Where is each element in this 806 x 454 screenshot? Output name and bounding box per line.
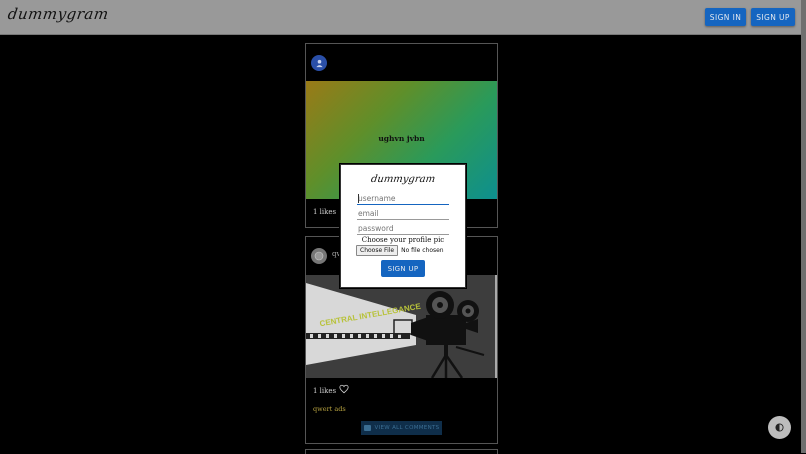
modal-logo: dummygram <box>370 174 436 185</box>
profile-pic-label: Choose your profile pic <box>361 236 445 244</box>
person-icon <box>315 59 323 67</box>
text-caret <box>358 194 359 203</box>
avatar[interactable] <box>311 248 327 264</box>
film-camera-illustration: CENTRAL INTELLEGANCE <box>306 275 495 378</box>
likes-count: 1 likes <box>313 208 337 216</box>
sign-in-button[interactable]: SIGN IN <box>705 8 746 26</box>
file-picker: Choose File No file chosen <box>356 245 444 256</box>
sign-up-button[interactable]: SIGN UP <box>751 8 795 26</box>
heart-outline-icon[interactable] <box>339 384 349 394</box>
view-all-comments-label: VIEW ALL COMMENTS <box>374 425 440 431</box>
post-card <box>305 449 498 454</box>
file-status: No file chosen <box>401 247 444 254</box>
password-input[interactable] <box>357 223 449 235</box>
app-header: dummygram SIGN IN SIGN UP <box>0 0 806 35</box>
post-caption: qwert ads <box>313 405 346 413</box>
modal-sign-up-button[interactable]: SIGN UP <box>381 260 425 277</box>
post-image: CENTRAL INTELLEGANCE <box>306 275 497 378</box>
choose-file-button[interactable]: Choose File <box>356 245 399 256</box>
likes-count: 1 likes <box>313 387 337 395</box>
view-all-comments-button[interactable]: VIEW ALL COMMENTS <box>361 421 442 435</box>
email-input[interactable] <box>357 208 449 220</box>
theme-toggle-button[interactable] <box>768 416 791 439</box>
avatar[interactable] <box>311 55 327 71</box>
post-image-text: ughvn jvbn <box>378 134 425 143</box>
person-icon <box>314 251 324 261</box>
signup-modal: dummygram Choose your profile pic Choose… <box>340 164 466 288</box>
username-input[interactable] <box>357 193 449 205</box>
page-scrollbar[interactable] <box>801 0 806 453</box>
header-logo[interactable]: dummygram <box>7 5 110 23</box>
contrast-icon <box>775 423 784 432</box>
comment-icon <box>363 425 371 431</box>
